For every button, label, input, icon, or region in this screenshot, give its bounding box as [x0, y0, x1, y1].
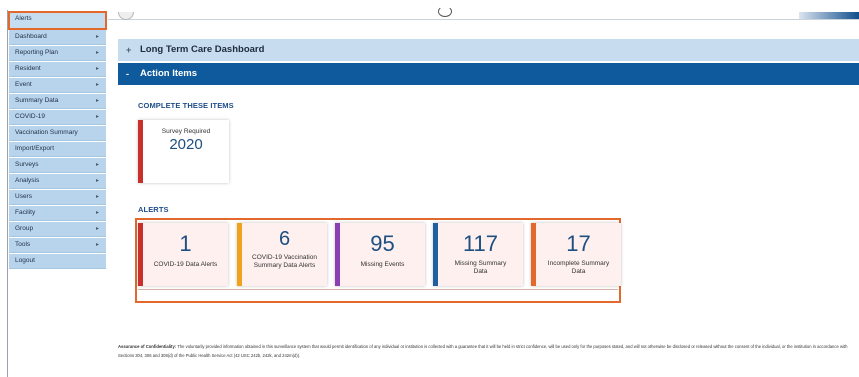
sidebar-item-alerts[interactable]: Alerts: [8, 11, 107, 30]
sidebar-item-tools[interactable]: Tools ▸: [9, 238, 106, 253]
sidebar-item-label: Logout: [15, 257, 35, 264]
header-arrow-decoration: [799, 12, 859, 19]
sidebar-item-label: Resident: [15, 65, 41, 72]
app-window: Alerts Dashboard ▸ Reporting Plan ▸ Resident ▸…: [0, 0, 859, 377]
chevron-right-icon: ▸: [95, 82, 99, 88]
sidebar-item-label: Event: [15, 81, 32, 88]
alert-label: Missing Events: [360, 261, 405, 268]
alert-count: 6: [278, 228, 291, 250]
confidentiality-notice: Assurance of Confidentiality: The volunt…: [118, 342, 859, 360]
sidebar-item-label: Vaccination Summary: [15, 129, 78, 136]
sidebar-item-label: Reporting Plan: [15, 49, 58, 56]
chevron-right-icon: ▸: [95, 162, 99, 168]
sidebar-item-users[interactable]: Users ▸: [9, 190, 106, 205]
chevron-right-icon: ▸: [95, 50, 99, 56]
complete-items-heading: COMPLETE THESE ITEMS: [138, 101, 234, 110]
sidebar-item-resident[interactable]: Resident ▸: [9, 62, 106, 77]
sidebar-item-dashboard[interactable]: Dashboard ▸: [9, 30, 106, 45]
alert-count: 95: [370, 231, 395, 256]
sidebar-item-label: Facility: [15, 209, 36, 216]
sidebar-item-label: Alerts: [15, 15, 32, 22]
sidebar-item-surveys[interactable]: Surveys ▸: [9, 158, 106, 173]
collapse-icon[interactable]: -: [126, 63, 129, 85]
chevron-right-icon: ▸: [95, 194, 99, 200]
top-strip: [108, 12, 859, 20]
loading-icon: [438, 6, 452, 17]
chevron-right-icon: ▸: [95, 210, 99, 216]
sidebar-item-label: Analysis: [15, 177, 40, 184]
ltc-dashboard-title: Long Term Care Dashboard: [140, 44, 265, 55]
sidebar-item-label: Summary Data: [15, 97, 59, 104]
sidebar-item-summary-data[interactable]: Summary Data ▸: [9, 94, 106, 109]
sidebar-item-group[interactable]: Group ▸: [9, 222, 106, 237]
alert-label: COVID-19 Data Alerts: [153, 261, 218, 268]
chevron-right-icon: ▸: [95, 66, 99, 72]
sidebar-item-reporting-plan[interactable]: Reporting Plan ▸: [9, 46, 106, 61]
sidebar-item-logout[interactable]: Logout: [9, 254, 106, 269]
confidentiality-text: The voluntarily provided information obt…: [118, 344, 848, 358]
sidebar-item-label: Tools: [15, 241, 31, 248]
chevron-right-icon: ▸: [95, 226, 99, 232]
sidebar-item-vaccination-summary[interactable]: Vaccination Summary: [9, 126, 106, 141]
alert-label: COVID-19 Vaccination Summary Data Alerts: [252, 254, 317, 269]
action-items-title: Action Items: [140, 68, 198, 79]
ltc-dashboard-header[interactable]: + Long Term Care Dashboard: [118, 39, 859, 61]
survey-required-card[interactable]: Survey Required 2020: [138, 120, 229, 183]
sidebar-item-analysis[interactable]: Analysis ▸: [9, 174, 106, 189]
sidebar-item-label: COVID-19: [15, 113, 45, 120]
left-border: [7, 10, 8, 377]
alert-card[interactable]: 1 COVID-19 Data Alerts: [138, 223, 228, 286]
alert-count: 17: [566, 231, 591, 256]
alert-count: 117: [462, 231, 499, 256]
sidebar-nav: Alerts Dashboard ▸ Reporting Plan ▸ Resident ▸…: [8, 11, 107, 270]
alerts-heading: ALERTS: [138, 205, 169, 214]
sidebar-item-label: Dashboard: [15, 33, 47, 40]
sidebar-item-label: Users: [15, 193, 32, 200]
sidebar-item-facility[interactable]: Facility ▸: [9, 206, 106, 221]
survey-required-label: Survey Required: [161, 128, 211, 135]
sidebar-item-covid-19[interactable]: COVID-19 ▸: [9, 110, 106, 125]
alert-label: Missing Summary Data: [454, 260, 507, 275]
alert-count: 1: [179, 231, 192, 256]
alert-card[interactable]: 6 COVID-19 Vaccination Summary Data Alert…: [237, 223, 327, 286]
chevron-right-icon: ▸: [95, 98, 99, 104]
sidebar-item-label: Surveys: [15, 161, 39, 168]
survey-required-value: 2020: [169, 136, 203, 153]
expand-icon[interactable]: +: [126, 39, 131, 61]
sidebar-item-label: Group: [15, 225, 34, 232]
action-items-header[interactable]: - Action Items: [118, 63, 859, 85]
alert-card[interactable]: 95 Missing Events: [335, 223, 425, 286]
chevron-right-icon: ▸: [95, 114, 99, 120]
sidebar-item-label: Import/Export: [15, 145, 55, 152]
sidebar-item-event[interactable]: Event ▸: [9, 78, 106, 93]
confidentiality-title: Assurance of Confidentiality:: [118, 344, 177, 349]
chevron-right-icon: ▸: [95, 178, 99, 184]
sidebar-item-import-export[interactable]: Import/Export: [9, 142, 106, 157]
alerts-divider: [138, 289, 618, 290]
chevron-right-icon: ▸: [95, 242, 99, 248]
chevron-right-icon: ▸: [95, 34, 99, 40]
alert-card[interactable]: 17 Incomplete Summary Data: [531, 223, 621, 286]
alert-label: Incomplete Summary Data: [547, 260, 610, 275]
alert-card[interactable]: 117 Missing Summary Data: [433, 223, 523, 286]
